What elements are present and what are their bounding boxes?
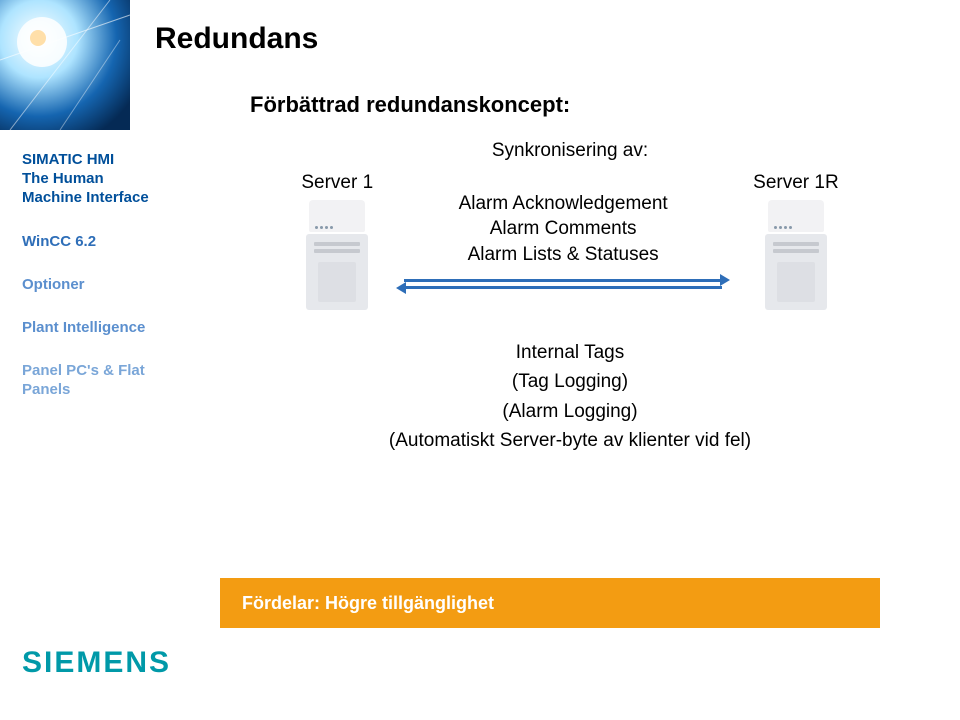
server-right-label: Server 1R bbox=[753, 172, 839, 194]
corner-graphic bbox=[0, 0, 130, 130]
server-right-col: Server 1R bbox=[753, 172, 839, 310]
footer-band: Fördelar: Högre tillgänglighet bbox=[220, 578, 880, 628]
subtitle: Förbättrad redundanskoncept: bbox=[250, 92, 570, 118]
diagram: Synkronisering av: Server 1 Alarm Acknow… bbox=[220, 140, 920, 456]
sync-mid-block: Alarm Acknowledgement Alarm Comments Ala… bbox=[398, 191, 728, 292]
tag-logging: (Tag Logging) bbox=[220, 367, 920, 396]
sidebar-item-wincc: WinCC 6.2 bbox=[22, 232, 192, 251]
sidebar: SIMATIC HMI The Human Machine Interface … bbox=[22, 150, 192, 424]
sync-alarm-lists: Alarm Lists & Statuses bbox=[459, 242, 668, 268]
sidebar-item-optioner: Optioner bbox=[22, 275, 192, 294]
sidebar-item-simatic: SIMATIC HMI The Human Machine Interface bbox=[22, 150, 192, 208]
sidebar-item-plant-intelligence: Plant Intelligence bbox=[22, 318, 192, 337]
internal-tags: Internal Tags bbox=[220, 338, 920, 367]
bidirectional-arrow-icon bbox=[398, 277, 728, 291]
alarm-logging: (Alarm Logging) bbox=[220, 397, 920, 426]
auto-switch: (Automatiskt Server-byte av klienter vid… bbox=[220, 426, 920, 455]
server-left-col: Server 1 bbox=[301, 172, 373, 310]
brand-logo: SIEMENS bbox=[22, 646, 171, 680]
sync-heading: Synkronisering av: bbox=[220, 140, 920, 162]
slide: Redundans SIMATIC HMI The Human Machine … bbox=[0, 0, 960, 720]
sync-alarm-comments: Alarm Comments bbox=[459, 216, 668, 242]
sidebar-item-panel-pcs: Panel PC's & Flat Panels bbox=[22, 361, 192, 399]
sync-alarm-ack: Alarm Acknowledgement bbox=[459, 191, 668, 217]
server-icon bbox=[765, 200, 827, 310]
footer-text: Fördelar: Högre tillgänglighet bbox=[242, 593, 494, 614]
page-title: Redundans bbox=[155, 22, 318, 56]
tags-block: Internal Tags (Tag Logging) (Alarm Loggi… bbox=[220, 338, 920, 456]
server-sync-row: Server 1 Alarm Acknowledgement Alarm Com… bbox=[220, 172, 920, 310]
server-left-label: Server 1 bbox=[301, 172, 373, 194]
server-icon bbox=[306, 200, 368, 310]
